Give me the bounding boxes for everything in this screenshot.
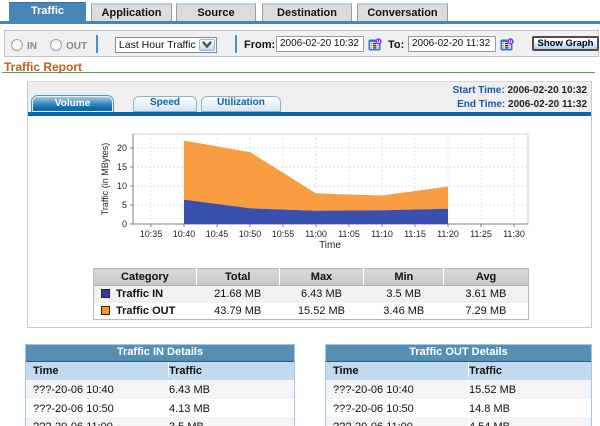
svg-text:11:05: 11:05 <box>338 229 360 239</box>
svg-text:11:25: 11:25 <box>470 229 492 239</box>
svg-text:10:35: 10:35 <box>140 229 163 239</box>
svg-text:5: 5 <box>122 200 127 210</box>
svg-text:11:20: 11:20 <box>437 229 459 239</box>
svg-text:11:00: 11:00 <box>305 229 327 239</box>
svg-text:11:15: 11:15 <box>404 229 426 239</box>
svg-text:11:10: 11:10 <box>371 229 393 239</box>
svg-text:0: 0 <box>122 219 127 229</box>
svg-text:15: 15 <box>117 162 127 172</box>
svg-text:Time: Time <box>319 240 341 251</box>
svg-text:10:45: 10:45 <box>206 229 229 239</box>
svg-text:10: 10 <box>117 181 127 191</box>
svg-text:20: 20 <box>117 143 127 153</box>
svg-text:11:30: 11:30 <box>503 229 525 239</box>
svg-text:10:55: 10:55 <box>272 229 295 239</box>
svg-text:10:50: 10:50 <box>239 229 262 239</box>
svg-text:10:40: 10:40 <box>173 229 196 239</box>
svg-text:Traffic (in MBytes): Traffic (in MBytes) <box>100 143 110 216</box>
